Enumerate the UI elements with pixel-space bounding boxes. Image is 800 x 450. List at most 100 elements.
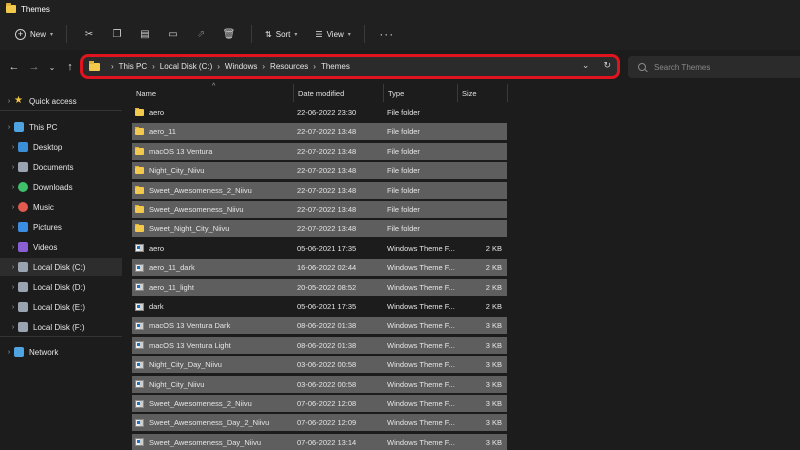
expand-chevron-icon[interactable]: › <box>4 124 14 131</box>
column-header-date[interactable]: Date modified <box>294 84 384 102</box>
file-type: Windows Theme F... <box>387 360 455 370</box>
sidebar-item[interactable]: › This PC <box>0 118 122 136</box>
table-row[interactable]: aero_11_light 20-05-2022 08:52 Windows The… <box>132 278 507 296</box>
expand-chevron-icon[interactable]: › <box>8 224 18 231</box>
up-button[interactable]: ↑ <box>62 59 78 75</box>
column-header-name[interactable]: Name ^ <box>132 83 294 102</box>
sidebar-item[interactable]: › Network <box>0 343 122 361</box>
forward-button[interactable]: → <box>26 59 42 75</box>
theme-file-icon <box>135 283 144 292</box>
file-date: 03-06-2022 00:58 <box>297 360 357 370</box>
search-input[interactable] <box>654 62 794 72</box>
sidebar-item[interactable]: › Local Disk (E:) <box>0 298 122 316</box>
expand-chevron-icon[interactable]: › <box>4 98 14 105</box>
more-options-button[interactable]: ··· <box>373 23 401 45</box>
sidebar-item[interactable]: › Local Disk (C:) <box>0 258 122 276</box>
scissors-icon: ✂ <box>84 28 94 40</box>
rename-icon: ▭ <box>168 28 178 40</box>
expand-chevron-icon[interactable]: › <box>8 184 18 191</box>
file-size: 2 KB <box>485 243 502 253</box>
sidebar-item[interactable]: › Pictures <box>0 218 122 236</box>
sidebar-item[interactable]: › Music <box>0 198 122 216</box>
sidebar-item[interactable]: › Local Disk (D:) <box>0 278 122 296</box>
table-row[interactable]: Sweet_Night_City_Niivu 22-07-2022 13:48 Fi… <box>132 220 507 238</box>
file-type: Windows Theme F... <box>387 399 455 408</box>
expand-chevron-icon[interactable]: › <box>8 284 18 291</box>
sidebar-item[interactable]: › Local Disk (F:) <box>0 318 122 336</box>
table-row[interactable]: Night_City_Niivu 22-07-2022 13:48 File fol… <box>132 162 507 180</box>
expand-chevron-icon[interactable]: › <box>8 304 18 311</box>
table-row[interactable]: Sweet_Awesomeness_Day_Niivu 07-06-2022 13… <box>132 433 507 450</box>
copy-button[interactable]: ❐ <box>103 23 131 45</box>
file-name: aero_11 <box>149 127 176 137</box>
sidebar-item[interactable]: › Downloads <box>0 178 122 196</box>
network-icon <box>14 347 24 357</box>
table-row[interactable]: Sweet_Awesomeness_Niivu 22-07-2022 13:48 F… <box>132 201 507 218</box>
table-row[interactable]: dark 05-06-2021 17:35 Windows Theme F... 2 … <box>132 298 507 315</box>
breadcrumb-windows[interactable]: Windows <box>225 62 257 71</box>
table-row[interactable]: macOS 13 Ventura 22-07-2022 13:48 File fol… <box>132 142 507 160</box>
arrow-up-icon: ↑ <box>67 61 73 73</box>
search-box[interactable] <box>628 56 800 78</box>
table-row[interactable]: aero 22-06-2022 23:30 File folder <box>132 104 507 121</box>
expand-chevron-icon[interactable]: › <box>8 324 18 331</box>
theme-file-icon <box>135 263 144 272</box>
breadcrumb-this-pc[interactable]: This PC <box>119 62 147 71</box>
file-name: macOS 13 Ventura <box>149 146 213 156</box>
table-row[interactable]: Night_City_Niivu 03-06-2022 00:58 Windows … <box>132 375 507 393</box>
sort-label: Sort <box>275 29 291 39</box>
refresh-icon[interactable]: ↻ <box>603 60 611 71</box>
breadcrumb-local-disk-c[interactable]: Local Disk (C:) <box>160 62 212 71</box>
file-size: 2 KB <box>485 282 502 292</box>
file-type: Windows Theme F... <box>387 282 455 292</box>
recent-locations-button[interactable]: ⌄ <box>44 59 60 75</box>
expand-chevron-icon[interactable]: › <box>8 144 18 151</box>
breadcrumb-resources[interactable]: Resources <box>270 62 308 71</box>
table-row[interactable]: aero_11 22-07-2022 13:48 File folder <box>132 123 507 141</box>
cut-button[interactable]: ✂ <box>75 23 103 45</box>
table-row[interactable]: Sweet_Awesomeness_2_Niivu 22-07-2022 13:4… <box>132 181 507 199</box>
file-name: Sweet_Awesomeness_Day_Niivu <box>149 437 262 447</box>
address-history-chevron-icon[interactable]: ⌄ <box>582 60 590 71</box>
sidebar-item[interactable]: › ★ Quick access <box>0 92 122 110</box>
back-button[interactable]: ← <box>6 59 22 75</box>
file-name-cell: aero <box>132 244 294 253</box>
file-date: 22-07-2022 13:48 <box>297 224 357 234</box>
new-button[interactable]: + New ▾ <box>10 23 58 45</box>
column-header-size[interactable]: Size <box>458 84 508 102</box>
sidebar-item[interactable]: › Desktop <box>0 138 122 156</box>
file-name-cell: Sweet_Awesomeness_Day_Niivu <box>132 438 294 447</box>
computer-icon <box>14 122 24 132</box>
breadcrumb-themes[interactable]: Themes <box>321 62 350 71</box>
table-row[interactable]: aero 05-06-2021 17:35 Windows Theme F... 2 … <box>132 240 507 257</box>
expand-chevron-icon[interactable]: › <box>8 204 18 211</box>
plus-icon: + <box>15 28 26 40</box>
share-button[interactable]: ⇗ <box>187 23 215 45</box>
folder-icon <box>6 3 16 13</box>
column-header-type[interactable]: Type <box>384 84 458 102</box>
breadcrumb-separator: › <box>313 62 316 71</box>
file-name: aero <box>149 243 165 253</box>
table-row[interactable]: macOS 13 Ventura Dark 08-06-2022 01:38 Win… <box>132 317 507 335</box>
address-bar[interactable]: › This PC › Local Disk (C:) › Windows › … <box>80 54 620 79</box>
expand-chevron-icon[interactable]: › <box>8 264 18 271</box>
delete-button[interactable]: 🗑 <box>215 23 243 45</box>
table-row[interactable]: Night_City_Day_Niivu 03-06-2022 00:58 Wind… <box>132 356 507 374</box>
file-name: Sweet_Awesomeness_2_Niivu <box>149 185 252 195</box>
paste-button[interactable]: ▤ <box>131 23 159 45</box>
table-row[interactable]: Sweet_Awesomeness_Day_2_Niivu 07-06-2022 … <box>132 414 507 432</box>
expand-chevron-icon[interactable]: › <box>4 349 14 356</box>
sidebar-item[interactable]: › Videos <box>0 238 122 256</box>
table-row[interactable]: Sweet_Awesomeness_2_Niivu 07-06-2022 12:0… <box>132 395 507 412</box>
sort-button[interactable]: ⇅ Sort ▾ <box>260 23 302 45</box>
expand-chevron-icon[interactable]: › <box>8 244 18 251</box>
view-button[interactable]: ☰ View ▾ <box>310 23 355 45</box>
folder-icon <box>135 224 144 233</box>
sidebar-item[interactable]: › Documents <box>0 158 122 176</box>
rename-button[interactable]: ▭ <box>159 23 187 45</box>
expand-chevron-icon[interactable]: › <box>8 164 18 171</box>
file-name-cell: Night_City_Niivu <box>132 380 294 389</box>
table-row[interactable]: macOS 13 Ventura Light 08-06-2022 01:38 Wi… <box>132 336 507 354</box>
table-row[interactable]: aero_11_dark 16-06-2022 02:44 Windows Them… <box>132 259 507 277</box>
file-name-cell: aero_11_dark <box>132 263 294 272</box>
